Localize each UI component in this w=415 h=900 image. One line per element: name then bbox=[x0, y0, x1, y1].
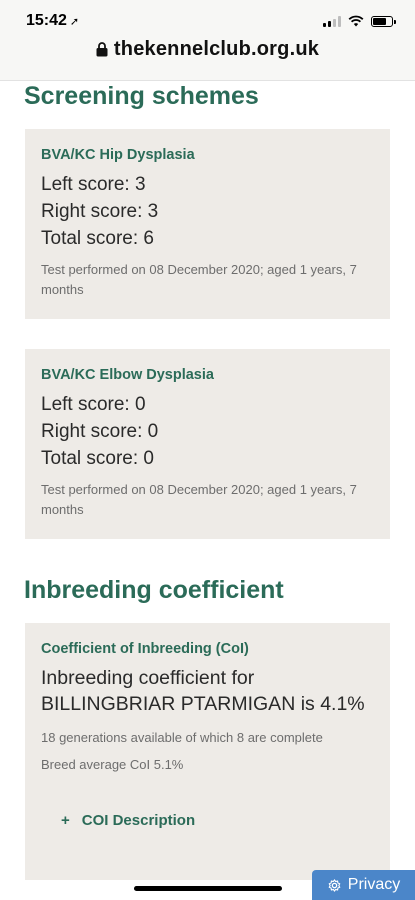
coi-description-toggle[interactable]: + COI Description bbox=[61, 812, 374, 829]
elbow-test-info: Test performed on 08 December 2020; aged… bbox=[41, 482, 357, 517]
home-indicator bbox=[134, 886, 282, 891]
wifi-icon bbox=[348, 15, 364, 27]
status-icons bbox=[323, 15, 396, 27]
hip-card-title: BVA/KC Hip Dysplasia bbox=[41, 147, 195, 163]
cellular-signal-icon bbox=[323, 15, 341, 27]
address-bar[interactable]: thekennelclub.org.uk bbox=[0, 38, 415, 61]
status-bar: 15:42 ➚ thekennelclub.org.uk bbox=[0, 0, 415, 81]
privacy-button[interactable]: Privacy bbox=[312, 870, 415, 900]
hip-right-score: Right score: 3 bbox=[41, 201, 159, 222]
gear-icon bbox=[328, 878, 341, 892]
coi-generations: 18 generations available of which 8 are … bbox=[41, 730, 323, 745]
battery-icon bbox=[371, 15, 396, 27]
coi-card-title: Coefficient of Inbreeding (CoI) bbox=[41, 641, 249, 657]
location-arrow-icon: ➚ bbox=[69, 16, 80, 28]
plus-icon: + bbox=[61, 812, 70, 829]
hip-total-score: Total score: 6 bbox=[41, 228, 154, 249]
elbow-card-title: BVA/KC Elbow Dysplasia bbox=[41, 367, 214, 383]
coi-description-label: COI Description bbox=[81, 812, 196, 829]
inbreeding-section-title: Inbreeding coefficient bbox=[24, 576, 284, 604]
lock-icon bbox=[96, 42, 108, 57]
hip-left-score: Left score: 3 bbox=[41, 174, 146, 195]
hip-test-info: Test performed on 08 December 2020; aged… bbox=[41, 262, 357, 297]
elbow-total-score: Total score: 0 bbox=[41, 448, 154, 469]
privacy-label: Privacy bbox=[347, 876, 401, 893]
elbow-dysplasia-card: BVA/KC Elbow Dysplasia Left score: 0 Rig… bbox=[25, 349, 390, 539]
elbow-right-score: Right score: 0 bbox=[41, 421, 159, 442]
url-text: thekennelclub.org.uk bbox=[113, 38, 320, 60]
coi-card: Coefficient of Inbreeding (CoI) Inbreedi… bbox=[25, 623, 390, 880]
screening-section-title: Screening schemes bbox=[24, 82, 259, 110]
coi-summary: Inbreeding coefficient for BILLINGBRIAR … bbox=[41, 667, 365, 715]
clock: 15:42 ➚ bbox=[26, 12, 79, 30]
clock-time: 15:42 bbox=[26, 12, 67, 29]
elbow-left-score: Left score: 0 bbox=[41, 394, 146, 415]
hip-dysplasia-card: BVA/KC Hip Dysplasia Left score: 3 Right… bbox=[25, 129, 390, 319]
coi-breed-average: Breed average CoI 5.1% bbox=[41, 757, 184, 772]
